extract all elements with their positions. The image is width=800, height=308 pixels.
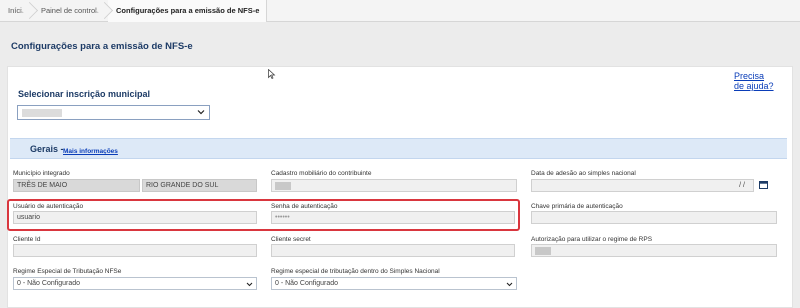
municipio-label: Município integrado xyxy=(13,170,70,177)
calendar-icon[interactable] xyxy=(759,180,768,189)
data-adesao-label: Data de adesão ao simples nacional xyxy=(531,170,636,177)
selected-value-redacted xyxy=(22,109,62,117)
chave-label: Chave primária de autenticação xyxy=(531,203,623,210)
usuario-label: Usuário de autenticação xyxy=(13,203,84,210)
municipal-registration-select[interactable] xyxy=(17,105,210,120)
breadcrumb-item-current: Configurações para a emissão de NFS-e xyxy=(107,0,268,22)
chevron-down-icon xyxy=(246,282,253,287)
cadastro-field xyxy=(271,179,517,192)
regime-simples-value: 0 - Não Configurado xyxy=(275,280,339,287)
breadcrumb-item-painel[interactable]: Painel de controle xyxy=(33,0,108,22)
chave-field[interactable] xyxy=(531,211,777,224)
regime-simples-label: Regime especial de tributação dentro do … xyxy=(271,268,440,275)
section-title: Gerais - xyxy=(30,144,64,154)
municipio-field: TRÊS DE MAIO xyxy=(13,179,140,192)
breadcrumb: Início Painel de controle Configurações … xyxy=(0,0,800,22)
redacted-value xyxy=(275,182,291,190)
autorizacao-field xyxy=(531,244,777,257)
date-placeholder: / / xyxy=(739,182,745,189)
cliente-id-label: Cliente Id xyxy=(13,236,41,243)
usuario-field[interactable]: usuario xyxy=(13,211,257,224)
section-header xyxy=(10,138,787,159)
senha-field[interactable]: •••••• xyxy=(271,211,515,224)
cliente-id-field[interactable] xyxy=(13,244,257,257)
breadcrumb-item-inicio[interactable]: Início xyxy=(0,0,33,22)
page-title: Configurações para a emissão de NFS-e xyxy=(11,41,193,52)
regime-nfse-select[interactable]: 0 - Não Configurado xyxy=(13,277,257,290)
cliente-secret-field[interactable] xyxy=(271,244,515,257)
regime-simples-select[interactable]: 0 - Não Configurado xyxy=(271,277,517,290)
cliente-secret-label: Cliente secret xyxy=(271,236,311,243)
more-info-link[interactable]: Mais informações xyxy=(63,148,118,155)
cadastro-label: Cadastro mobiliário do contribuinte xyxy=(271,170,372,177)
municipal-registration-label: Selecionar inscrição municipal xyxy=(18,89,151,99)
chevron-down-icon xyxy=(197,110,205,115)
senha-label: Senha de autenticação xyxy=(271,203,338,210)
estado-field: RIO GRANDE DO SUL xyxy=(142,179,257,192)
data-adesao-field[interactable]: / / xyxy=(531,179,754,192)
help-link[interactable]: Precisa de ajuda? xyxy=(734,71,774,91)
autorizacao-label: Autorização para utilizar o regime de RP… xyxy=(531,236,653,243)
redacted-value xyxy=(535,247,551,255)
regime-nfse-label: Regime Especial de Tributação NFSe xyxy=(13,268,122,275)
chevron-down-icon xyxy=(506,282,513,287)
mouse-cursor-icon xyxy=(268,69,276,79)
regime-nfse-value: 0 - Não Configurado xyxy=(17,280,81,287)
